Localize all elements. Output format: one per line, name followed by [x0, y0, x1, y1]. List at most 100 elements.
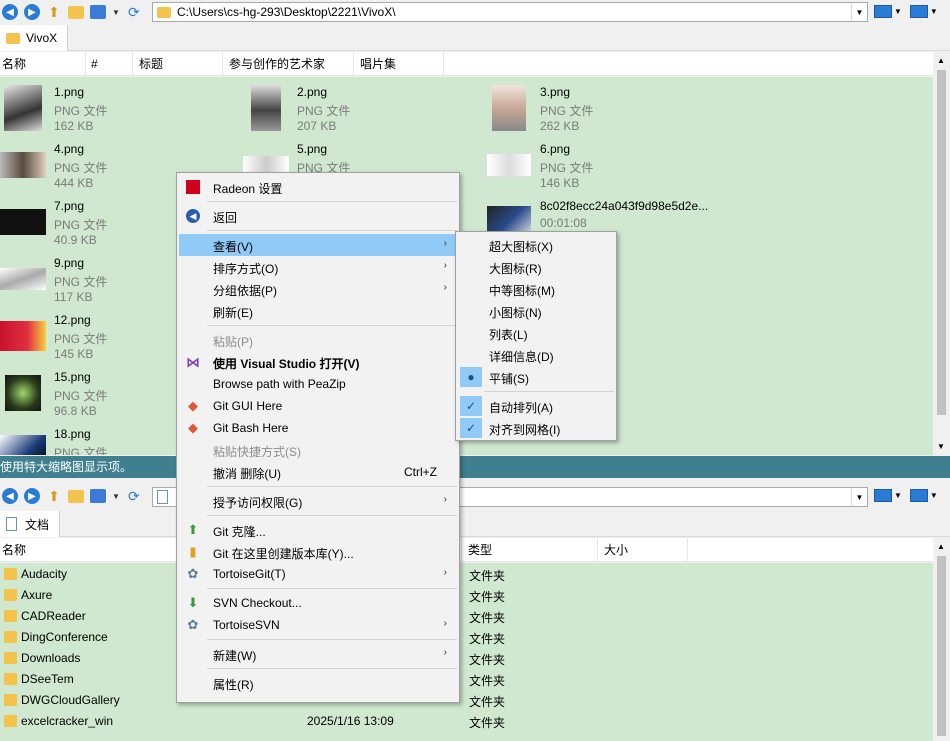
file-tile[interactable]: 2.png PNG 文件 207 KB: [243, 85, 473, 140]
submenu-item-list[interactable]: 列表(L): [458, 322, 614, 344]
scrollbar-thumb[interactable]: [937, 70, 946, 415]
top-tab-bar: VivoX: [0, 25, 950, 51]
scroll-up-icon[interactable]: ▲: [937, 542, 945, 551]
menu-item-radeon[interactable]: Radeon 设置: [179, 176, 457, 198]
menu-label: 粘贴(P): [213, 335, 253, 349]
layout2-dropdown-icon[interactable]: ▼: [930, 491, 938, 500]
list-item[interactable]: excelcracker_win 2025/1/16 13:09 文件夹: [0, 711, 932, 732]
address-dropdown-icon[interactable]: ▼: [851, 488, 867, 506]
refresh-icon[interactable]: ⟳: [126, 488, 142, 504]
up-folder-icon[interactable]: ⬆: [46, 4, 62, 20]
list-item[interactable]: DingConference 文件夹: [0, 627, 932, 648]
file-tile[interactable]: 6.png PNG 文件 146 KB: [486, 142, 716, 197]
menu-item-paste-shortcut[interactable]: 粘贴快捷方式(S): [179, 439, 457, 461]
row-type: 文件夹: [469, 590, 506, 604]
file-type: PNG 文件: [54, 275, 108, 289]
submenu-arrow-icon: ›: [443, 260, 447, 271]
menu-label: 粘贴快捷方式(S): [213, 445, 301, 459]
col-type[interactable]: 类型: [462, 538, 598, 562]
view-dropdown-icon[interactable]: ▼: [112, 8, 120, 17]
file-tile[interactable]: 3.png PNG 文件 262 KB: [486, 85, 716, 140]
menu-item-open-vs[interactable]: ⋈ 使用 Visual Studio 打开(V): [179, 351, 457, 373]
submenu-item-tiles[interactable]: ● 平铺(S): [458, 366, 614, 388]
layout-dropdown-icon[interactable]: ▼: [894, 7, 902, 16]
submenu-label: 小图标(N): [489, 306, 542, 320]
refresh-icon[interactable]: ⟳: [126, 4, 142, 20]
menu-item-git-bash[interactable]: ◆ Git Bash Here: [179, 417, 457, 439]
submenu-item-align-grid[interactable]: ✓ 对齐到网格(I): [458, 417, 614, 439]
menu-item-undo[interactable]: 撤消 删除(U) Ctrl+Z: [179, 461, 457, 483]
scroll-up-icon[interactable]: ▲: [937, 56, 945, 65]
layout2-icon[interactable]: [909, 5, 928, 18]
submenu-item-xl-icons[interactable]: 超大图标(X): [458, 234, 614, 256]
row-type: 文件夹: [469, 569, 506, 583]
col-title[interactable]: 标题: [133, 52, 223, 76]
menu-item-paste[interactable]: 粘贴(P): [179, 329, 457, 351]
address-dropdown-icon[interactable]: ▼: [851, 3, 867, 21]
submenu-item-auto-arrange[interactable]: ✓ 自动排列(A): [458, 395, 614, 417]
layout-icon[interactable]: [874, 5, 892, 18]
list-item[interactable]: DWGCloudGallery 文件夹: [0, 690, 932, 711]
menu-item-tortoisegit[interactable]: ✿ TortoiseGit(T) ›: [179, 563, 457, 585]
view-mode-icon[interactable]: [90, 489, 106, 503]
back-icon[interactable]: ◀: [2, 4, 18, 20]
submenu-item-details[interactable]: 详细信息(D): [458, 344, 614, 366]
layout2-dropdown-icon[interactable]: ▼: [930, 7, 938, 16]
menu-item-group[interactable]: 分组依据(P) ›: [179, 278, 457, 300]
scroll-down-icon[interactable]: ▼: [937, 442, 945, 451]
row-name: Audacity: [21, 567, 68, 581]
file-tile[interactable]: 1.png PNG 文件 162 KB: [0, 85, 230, 140]
tab-documents[interactable]: 文档: [0, 511, 61, 537]
folders-icon[interactable]: [68, 489, 84, 503]
file-type: PNG 文件: [54, 332, 108, 346]
scrollbar-thumb[interactable]: [937, 556, 946, 736]
submenu-item-medium-icons[interactable]: 中等图标(M): [458, 278, 614, 300]
list-item[interactable]: Audacity 文件夹: [0, 564, 932, 585]
layout2-icon[interactable]: [909, 489, 928, 502]
view-dropdown-icon[interactable]: ▼: [112, 492, 120, 501]
col-artist[interactable]: 参与创作的艺术家: [223, 52, 354, 76]
col-number[interactable]: #: [86, 52, 133, 76]
menu-item-git-init[interactable]: ▮ Git 在这里创建版本库(Y)...: [179, 541, 457, 563]
view-mode-icon[interactable]: [90, 5, 106, 19]
col-size[interactable]: 大小: [598, 538, 688, 562]
back-icon[interactable]: ◀: [2, 488, 18, 504]
menu-item-tortoisesvn[interactable]: ✿ TortoiseSVN ›: [179, 614, 457, 636]
menu-label: Git 在这里创建版本库(Y)...: [213, 547, 354, 561]
menu-item-new[interactable]: 新建(W) ›: [179, 643, 457, 665]
file-size: 207 KB: [297, 119, 337, 133]
layout-icon[interactable]: [874, 489, 892, 502]
layout-dropdown-icon[interactable]: ▼: [894, 491, 902, 500]
menu-item-svn-checkout[interactable]: ⬇ SVN Checkout...: [179, 592, 457, 614]
menu-item-git-clone[interactable]: ⬆ Git 克隆...: [179, 519, 457, 541]
list-item[interactable]: DSeeTem 文件夹: [0, 669, 932, 690]
list-item[interactable]: CADReader 文件夹: [0, 606, 932, 627]
file-type: PNG 文件: [54, 104, 108, 118]
menu-item-peazip[interactable]: Browse path with PeaZip: [179, 373, 457, 395]
row-type: 文件夹: [469, 674, 506, 688]
bottom-scrollbar[interactable]: ▲: [933, 538, 950, 741]
folders-icon[interactable]: [68, 5, 84, 19]
forward-icon[interactable]: ▶: [24, 4, 40, 20]
file-type: PNG 文件: [54, 218, 108, 232]
list-item[interactable]: Downloads 文件夹: [0, 648, 932, 669]
menu-item-sort[interactable]: 排序方式(O) ›: [179, 256, 457, 278]
menu-item-view[interactable]: 查看(V) ›: [179, 234, 457, 256]
up-folder-icon[interactable]: ⬆: [46, 488, 62, 504]
top-scrollbar[interactable]: ▲ ▼: [933, 52, 950, 455]
row-type: 文件夹: [469, 653, 506, 667]
menu-item-git-gui[interactable]: ◆ Git GUI Here: [179, 395, 457, 417]
menu-item-refresh[interactable]: 刷新(E): [179, 300, 457, 322]
top-address-bar[interactable]: C:\Users\cs-hg-293\Desktop\2221\VivoX\ ▼: [152, 2, 868, 22]
menu-item-access[interactable]: 授予访问权限(G) ›: [179, 490, 457, 512]
submenu-item-large-icons[interactable]: 大图标(R): [458, 256, 614, 278]
submenu-item-small-icons[interactable]: 小图标(N): [458, 300, 614, 322]
menu-item-properties[interactable]: 属性(R): [179, 672, 457, 694]
file-size: 96.8 KB: [54, 404, 97, 418]
tab-vivox[interactable]: VivoX: [0, 25, 69, 51]
col-album[interactable]: 唱片集: [354, 52, 444, 76]
forward-icon[interactable]: ▶: [24, 488, 40, 504]
list-item[interactable]: Axure 文件夹: [0, 585, 932, 606]
col-name[interactable]: 名称: [0, 52, 86, 76]
menu-item-back[interactable]: ◀ 返回: [179, 205, 457, 227]
